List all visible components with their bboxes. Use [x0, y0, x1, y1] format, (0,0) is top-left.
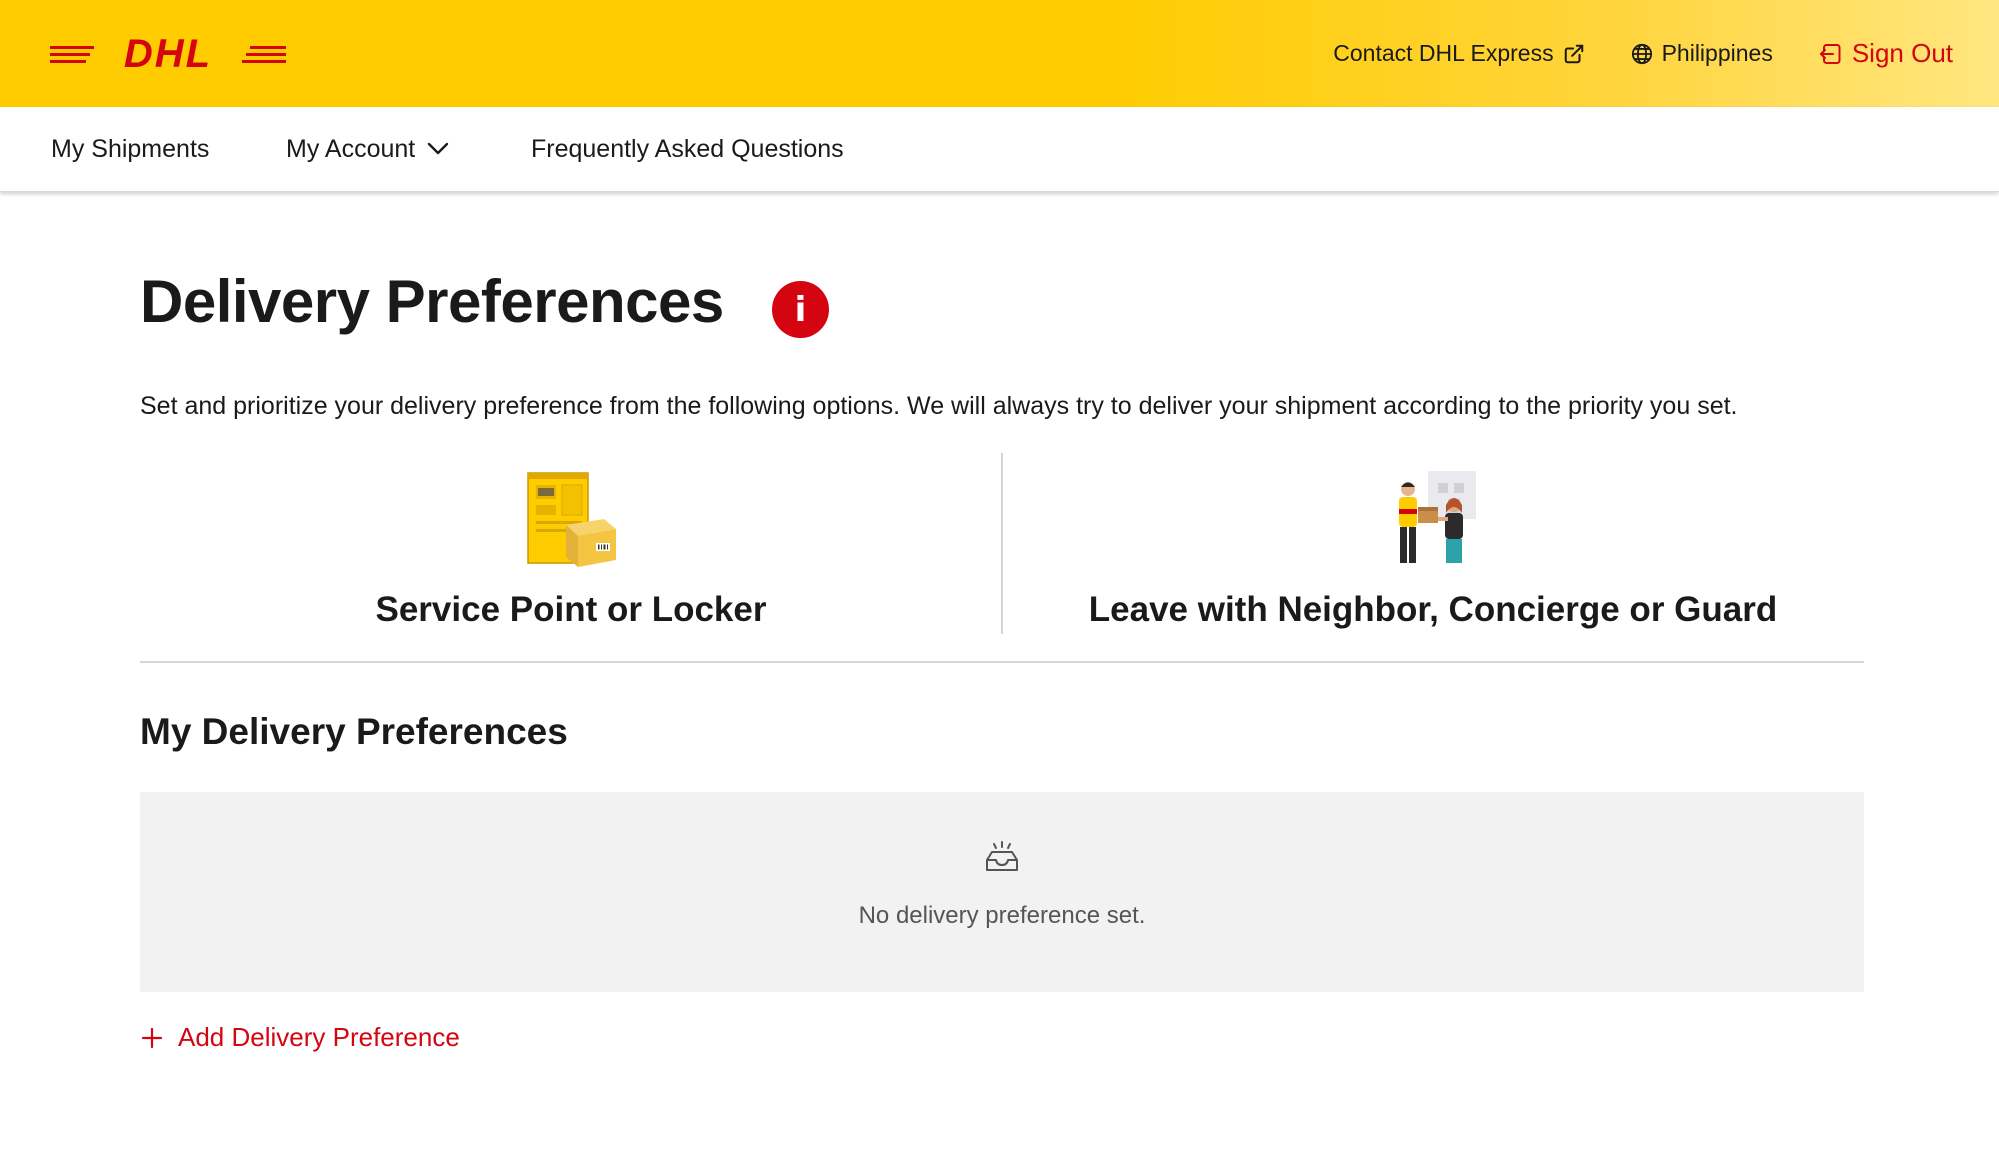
- nav-label: Frequently Asked Questions: [531, 134, 844, 163]
- globe-icon: [1631, 43, 1652, 64]
- top-header: DHL Contact DHL Express Philippines Sign…: [0, 0, 1999, 107]
- empty-tray-icon: [986, 841, 1018, 871]
- nav-faq[interactable]: Frequently Asked Questions: [531, 107, 844, 191]
- nav-label: My Shipments: [51, 134, 210, 163]
- option-service-point[interactable]: Service Point or Locker: [140, 453, 1002, 661]
- country-label: Philippines: [1661, 40, 1773, 66]
- option-neighbor[interactable]: Leave with Neighbor, Concierge or Guard: [1002, 453, 1864, 661]
- empty-state-text: No delivery preference set.: [858, 902, 1146, 929]
- dhl-logo[interactable]: DHL: [50, 34, 286, 74]
- contact-link[interactable]: Contact DHL Express: [1333, 40, 1584, 67]
- country-selector[interactable]: Philippines: [1631, 40, 1773, 67]
- sign-out-icon: [1819, 43, 1841, 64]
- sign-out-label: Sign Out: [1851, 38, 1953, 68]
- info-icon[interactable]: i: [772, 281, 829, 338]
- delivery-options: Service Point or Locker Leave with Neigh…: [140, 453, 1864, 663]
- nav-label: My Account: [286, 134, 416, 163]
- empty-state-panel: No delivery preference set.: [140, 792, 1864, 992]
- contact-label: Contact DHL Express: [1333, 40, 1554, 66]
- chevron-down-icon: [428, 142, 449, 155]
- neighbor-handover-illustration: [1399, 471, 1476, 563]
- add-delivery-preference-button[interactable]: Add Delivery Preference: [140, 1022, 460, 1053]
- sign-out-button[interactable]: Sign Out: [1819, 38, 1953, 69]
- option-label: Leave with Neighbor, Concierge or Guard: [1088, 590, 1778, 629]
- plus-icon: [141, 1027, 163, 1048]
- nav-my-shipments[interactable]: My Shipments: [51, 107, 209, 191]
- option-label: Service Point or Locker: [375, 590, 767, 629]
- my-preferences-title: My Delivery Preferences: [140, 711, 568, 752]
- add-preference-label: Add Delivery Preference: [178, 1022, 460, 1052]
- svg-text:DHL: DHL: [124, 34, 212, 74]
- nav-my-account[interactable]: My Account: [286, 107, 449, 191]
- main-nav: My Shipments My Account Frequently Asked…: [0, 107, 1999, 192]
- external-link-icon: [1564, 44, 1583, 63]
- intro-text: Set and prioritize your delivery prefere…: [140, 392, 1738, 420]
- page-title: Delivery Preferences: [140, 268, 724, 335]
- locker-illustration: [527, 472, 616, 567]
